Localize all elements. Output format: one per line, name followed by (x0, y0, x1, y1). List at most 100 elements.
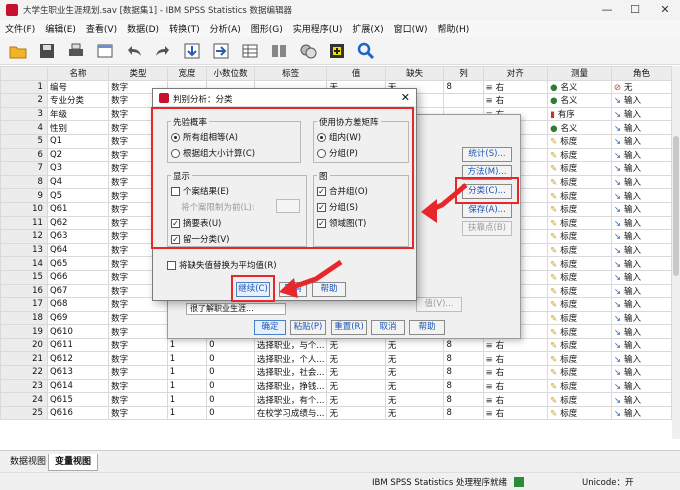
var-measure-cell[interactable]: ✎ 标度 (547, 337, 612, 353)
type-header[interactable]: 类型 (108, 66, 168, 81)
help-bg-button[interactable]: 帮助 (409, 320, 445, 335)
var-label-cell[interactable]: 在校学习成绩与... (253, 405, 328, 421)
rownum-header[interactable] (0, 66, 48, 81)
var-name-cell[interactable]: Q61 (46, 201, 110, 217)
menu-view[interactable]: 查看(V) (81, 22, 122, 35)
measure-header[interactable]: 测量 (547, 66, 612, 81)
row-number-cell[interactable]: 14 (0, 256, 48, 271)
row-number-cell[interactable]: 23 (0, 378, 48, 394)
menu-transform[interactable]: 转换(T) (164, 22, 205, 35)
var-role-cell[interactable]: ↘ 输入 (610, 106, 672, 122)
var-name-cell[interactable]: Q5 (46, 188, 110, 203)
var-role-cell[interactable]: ↘ 输入 (610, 392, 672, 407)
var-role-cell[interactable]: ↘ 输入 (610, 215, 672, 231)
territorial-map-checkbox[interactable]: ✓ 领域图(T) (317, 217, 366, 229)
value-button[interactable]: 值(V)... (416, 297, 462, 312)
var-name-cell[interactable]: Q64 (46, 242, 110, 258)
var-measure-cell[interactable]: ✎ 标度 (547, 392, 612, 407)
value-labels-icon[interactable] (325, 40, 349, 62)
variable-list-item[interactable]: 很了解职业生涯... (186, 303, 286, 315)
vertical-scrollbar[interactable] (672, 66, 680, 439)
select-cases-icon[interactable] (296, 40, 320, 62)
var-missing-cell[interactable]: 无 (384, 365, 445, 380)
reset-button[interactable]: 重置(R) (331, 320, 367, 335)
undo-icon[interactable] (122, 40, 146, 62)
var-values-cell[interactable]: 无 (326, 337, 386, 353)
var-align-cell[interactable]: ≡右 (482, 365, 549, 380)
var-align-cell[interactable]: ≡右 (482, 378, 549, 394)
print-icon[interactable] (64, 40, 88, 62)
var-measure-cell[interactable]: ✎ 标度 (547, 161, 612, 176)
var-name-cell[interactable]: Q1 (46, 133, 110, 149)
var-measure-cell[interactable]: ✎ 标度 (547, 133, 612, 149)
var-name-cell[interactable]: Q69 (46, 310, 110, 326)
var-name-cell[interactable]: Q65 (46, 256, 110, 271)
var-label-cell[interactable]: 选择职业，与个... (253, 337, 328, 353)
var-role-cell[interactable]: ↘ 输入 (610, 297, 672, 312)
ok-button[interactable]: 确定 (254, 320, 286, 335)
var-measure-cell[interactable]: ✎ 标度 (547, 242, 612, 258)
var-measure-cell[interactable]: ✎ 标度 (547, 269, 612, 285)
row-number-cell[interactable]: 12 (0, 229, 48, 244)
var-role-cell[interactable]: ↘ 输入 (610, 269, 672, 285)
tab-data-view[interactable]: 数据视图 (4, 454, 52, 471)
var-name-cell[interactable]: Q68 (46, 297, 110, 312)
row-number-cell[interactable]: 16 (0, 283, 48, 299)
var-measure-cell[interactable]: ✎ 标度 (547, 283, 612, 299)
goto-case-icon[interactable] (180, 40, 204, 62)
row-number-cell[interactable]: 8 (0, 174, 48, 190)
var-role-cell[interactable]: ↘ 输入 (610, 351, 672, 367)
menu-data[interactable]: 数据(D) (122, 22, 164, 35)
var-name-cell[interactable]: Q66 (46, 269, 110, 285)
var-values-cell[interactable]: 无 (326, 392, 386, 407)
row-number-cell[interactable]: 1 (0, 79, 48, 95)
var-measure-cell[interactable]: ✎ 标度 (547, 324, 612, 339)
row-number-cell[interactable]: 9 (0, 188, 48, 203)
var-columns-cell[interactable]: 8 (443, 337, 484, 353)
separate-groups-radio[interactable]: 分组(P) (317, 147, 358, 159)
var-columns-cell[interactable]: 8 (443, 351, 484, 367)
var-name-cell[interactable]: Q613 (46, 365, 110, 380)
var-columns-cell[interactable]: 8 (443, 405, 484, 421)
replace-missing-checkbox[interactable]: 将缺失值替换为平均值(R) (167, 259, 277, 271)
var-align-cell[interactable]: ≡右 (482, 351, 549, 367)
prior-equal-radio[interactable]: 所有组相等(A) (171, 131, 238, 143)
row-number-cell[interactable]: 2 (0, 93, 48, 108)
method-button[interactable]: 方法(M)... (462, 165, 512, 180)
var-width-cell[interactable]: 1 (166, 365, 208, 380)
find-icon[interactable] (354, 40, 378, 62)
scrollbar-thumb[interactable] (673, 136, 679, 276)
var-name-cell[interactable]: Q63 (46, 229, 110, 244)
row-number-cell[interactable]: 24 (0, 392, 48, 407)
var-role-cell[interactable]: ↘ 输入 (610, 229, 672, 244)
var-values-cell[interactable]: 无 (326, 378, 386, 394)
var-measure-cell[interactable]: ✎ 标度 (547, 365, 612, 380)
var-role-cell[interactable]: ↘ 输入 (610, 161, 672, 176)
var-role-cell[interactable]: ↘ 输入 (610, 93, 672, 108)
within-groups-radio[interactable]: 组内(W) (317, 131, 361, 143)
menu-help[interactable]: 帮助(H) (433, 22, 475, 35)
var-type-cell[interactable]: 数字 (108, 310, 168, 326)
menu-graphs[interactable]: 图形(G) (246, 22, 288, 35)
row-number-cell[interactable]: 7 (0, 161, 48, 176)
row-number-cell[interactable]: 11 (0, 215, 48, 231)
row-number-cell[interactable]: 20 (0, 337, 48, 353)
row-number-cell[interactable]: 25 (0, 405, 48, 421)
row-number-cell[interactable]: 19 (0, 324, 48, 339)
var-label-cell[interactable]: 选择职业，有个... (253, 392, 328, 407)
menu-extensions[interactable]: 扩展(X) (347, 22, 388, 35)
var-width-cell[interactable]: 1 (166, 337, 208, 353)
var-values-cell[interactable]: 无 (326, 351, 386, 367)
var-measure-cell[interactable]: ✎ 标度 (547, 188, 612, 203)
var-type-cell[interactable]: 数字 (108, 324, 168, 339)
var-type-cell[interactable]: 数字 (108, 337, 168, 353)
row-number-cell[interactable]: 17 (0, 297, 48, 312)
row-number-cell[interactable]: 21 (0, 351, 48, 367)
var-width-cell[interactable]: 1 (166, 405, 208, 421)
var-name-cell[interactable]: 编号 (46, 79, 110, 95)
save-icon[interactable] (35, 40, 59, 62)
menu-utilities[interactable]: 实用程序(U) (288, 22, 348, 35)
var-measure-cell[interactable]: ✎ 标度 (547, 351, 612, 367)
var-width-cell[interactable]: 1 (166, 392, 208, 407)
var-missing-cell[interactable]: 无 (384, 392, 445, 407)
